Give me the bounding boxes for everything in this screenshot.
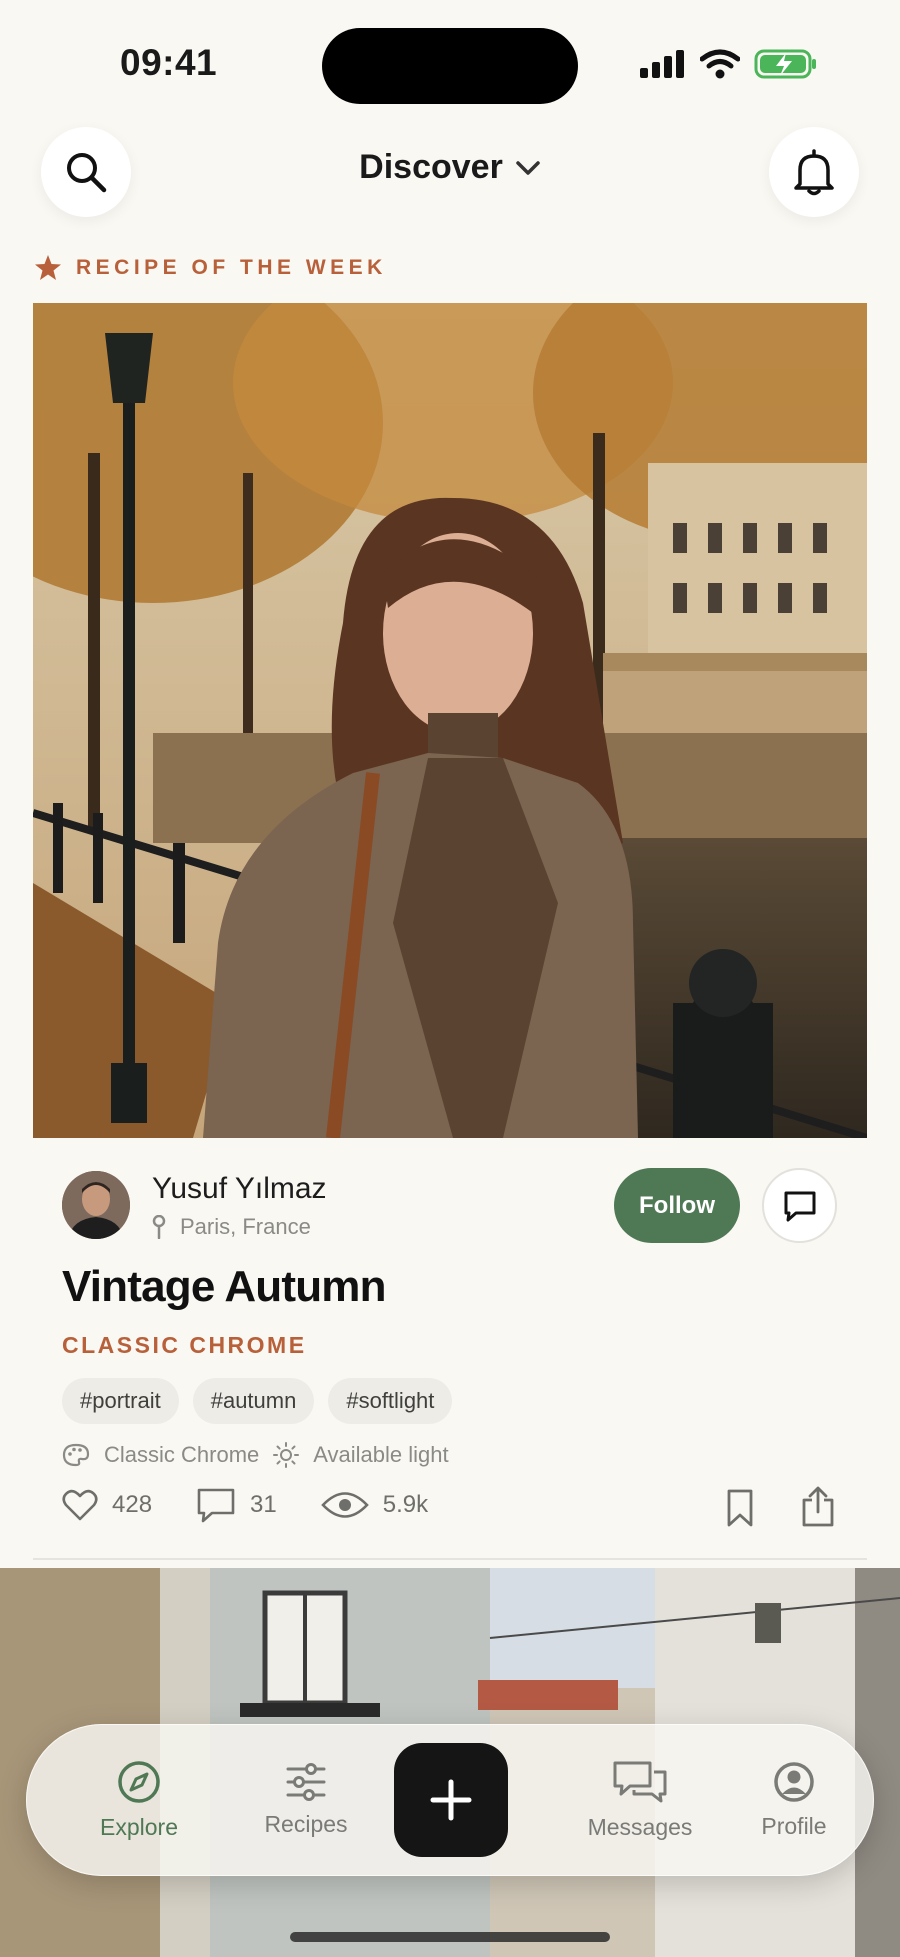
- eye-icon: [320, 1492, 369, 1518]
- comment-icon: [197, 1488, 235, 1523]
- recipe-meta: Classic Chrome Available light: [62, 1442, 449, 1468]
- message-button[interactable]: [762, 1168, 837, 1243]
- tab-label: Messages: [587, 1813, 693, 1840]
- tab-label: Profile: [761, 1812, 827, 1839]
- meta-simulation: Classic Chrome: [104, 1442, 260, 1467]
- location-text: Paris, France: [180, 1214, 311, 1239]
- post-stats: 428 31 5.9k: [62, 1487, 458, 1523]
- bookmark-icon: [727, 1489, 753, 1527]
- battery-charging-icon: [754, 49, 816, 79]
- follow-button[interactable]: Follow: [614, 1168, 740, 1243]
- tag-chip[interactable]: #autumn: [192, 1378, 315, 1424]
- compass-icon: [118, 1760, 160, 1803]
- heart-icon: [62, 1489, 98, 1521]
- tag-list: #portrait #autumn #softlight: [62, 1378, 453, 1424]
- divider: [33, 1558, 867, 1560]
- like-count: 428: [112, 1491, 153, 1518]
- chat-bubbles-icon: [613, 1761, 667, 1802]
- cellular-signal-icon: [640, 50, 684, 78]
- tag-chip[interactable]: #portrait: [62, 1378, 179, 1424]
- discover-dropdown[interactable]: Discover: [0, 148, 900, 187]
- tag-chip[interactable]: #softlight: [328, 1378, 453, 1424]
- create-button[interactable]: [394, 1743, 508, 1857]
- plus-icon: [430, 1779, 472, 1821]
- tab-label: Recipes: [264, 1810, 348, 1837]
- tab-profile[interactable]: Profile: [719, 1724, 869, 1876]
- status-bar: 09:41: [0, 0, 900, 120]
- comment-button[interactable]: 31: [196, 1487, 277, 1523]
- views-stat: 5.9k: [320, 1490, 429, 1520]
- avatar-illustration: [62, 1171, 130, 1239]
- film-simulation-label: CLASSIC CHROME: [62, 1332, 307, 1358]
- status-icons: [640, 48, 818, 80]
- pin-icon: [152, 1215, 166, 1239]
- recipe-title: Vintage Autumn: [62, 1262, 387, 1311]
- tab-bar: Explore Recipes Messages Profile: [26, 1724, 874, 1876]
- author-name[interactable]: Yusuf Yılmaz: [152, 1172, 327, 1206]
- like-button[interactable]: 428: [62, 1489, 152, 1521]
- share-button[interactable]: [800, 1486, 836, 1533]
- dynamic-island: [322, 28, 578, 104]
- tab-recipes[interactable]: Recipes: [231, 1724, 381, 1876]
- star-icon: [35, 255, 61, 280]
- home-indicator: [290, 1932, 610, 1942]
- palette-icon: [62, 1443, 90, 1467]
- tab-explore[interactable]: Explore: [64, 1724, 214, 1876]
- recipe-of-the-week-label: RECIPE OF THE WEEK: [34, 254, 387, 282]
- section-label: RECIPE OF THE WEEK: [76, 256, 387, 279]
- author-location: Paris, France: [152, 1214, 311, 1240]
- chat-bubble-icon: [784, 1191, 815, 1221]
- chevron-down-icon: [516, 160, 540, 175]
- meta-lighting: Available light: [313, 1442, 449, 1467]
- featured-photo[interactable]: [33, 303, 867, 1138]
- author-avatar[interactable]: [62, 1171, 130, 1239]
- notifications-button[interactable]: [769, 127, 859, 217]
- share-icon: [802, 1486, 834, 1527]
- view-count: 5.9k: [382, 1491, 429, 1518]
- wifi-icon: [700, 49, 740, 79]
- tab-messages[interactable]: Messages: [550, 1724, 730, 1876]
- comment-count: 31: [250, 1491, 277, 1518]
- featured-photo-illustration: [33, 303, 867, 1138]
- sliders-icon: [286, 1762, 326, 1801]
- bookmark-button[interactable]: [724, 1488, 756, 1533]
- tab-label: Explore: [100, 1813, 178, 1840]
- status-time: 09:41: [120, 42, 218, 83]
- page-title: Discover: [359, 148, 503, 186]
- person-circle-icon: [774, 1761, 814, 1802]
- bell-icon: [794, 149, 834, 196]
- sun-icon: [273, 1442, 300, 1468]
